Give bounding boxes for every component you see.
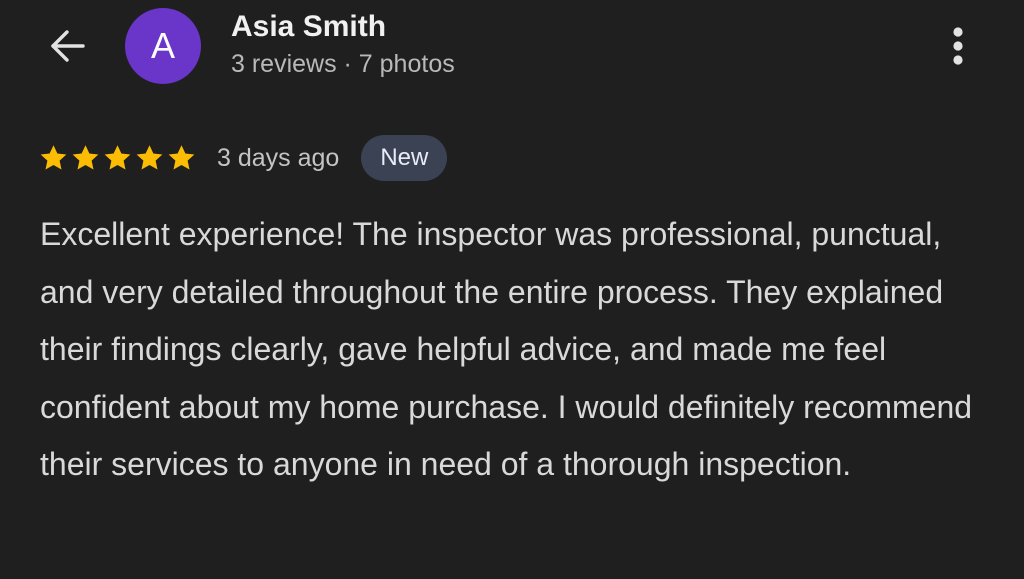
star-icon — [72, 145, 99, 170]
review-date: 3 days ago — [217, 143, 340, 172]
reviewer-name[interactable]: Asia Smith — [231, 10, 386, 44]
avatar-initial: A — [150, 25, 175, 66]
star-icon — [136, 145, 163, 170]
star-icon — [40, 145, 67, 170]
more-options-button[interactable] — [938, 24, 978, 68]
star-rating — [38, 143, 197, 173]
back-button[interactable] — [42, 22, 92, 70]
reviewer-stats: 3 reviews · 7 photos — [231, 50, 455, 78]
star-icon — [104, 145, 131, 170]
review-page: A Asia Smith 3 reviews · 7 photos 3 days… — [0, 0, 1024, 579]
avatar[interactable]: A — [125, 8, 201, 84]
star-icon — [168, 145, 195, 170]
rating-row: 3 days ago New — [38, 134, 448, 182]
more-vert-icon — [953, 27, 963, 65]
arrow-left-icon — [51, 30, 85, 62]
new-badge: New — [361, 135, 448, 181]
review-text: Excellent experience! The inspector was … — [40, 216, 973, 482]
